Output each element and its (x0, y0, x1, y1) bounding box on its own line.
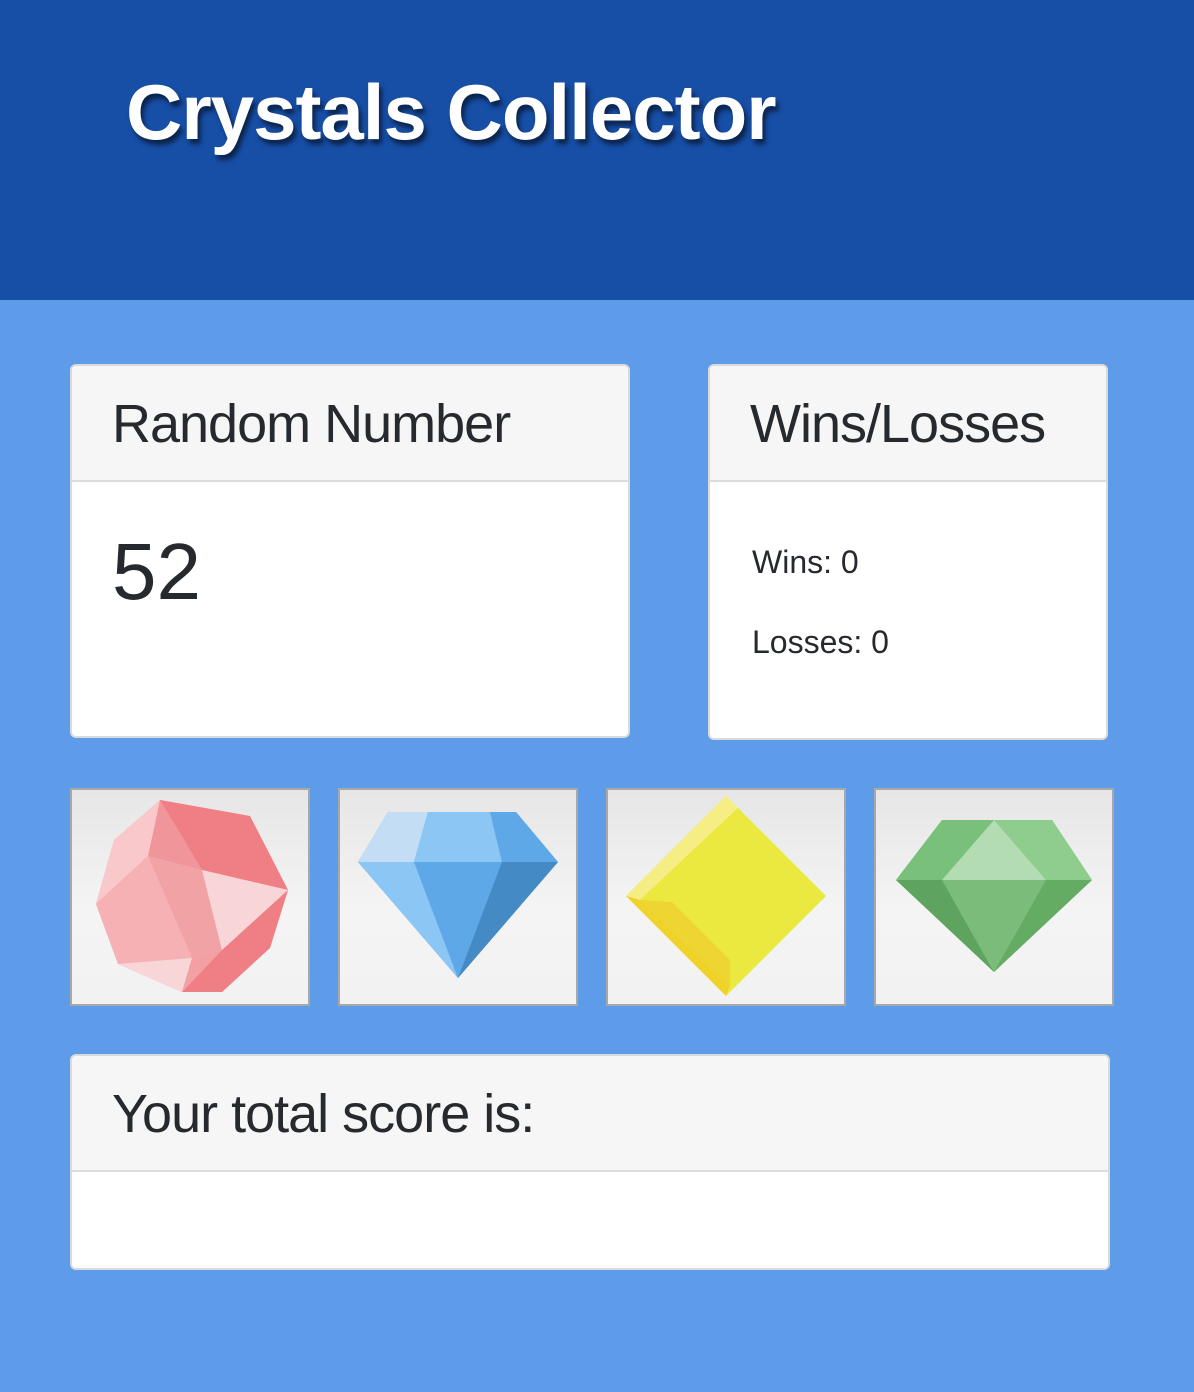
total-score-card: Your total score is: (70, 1054, 1110, 1270)
random-number-card: Random Number 52 (70, 364, 630, 738)
random-number-card-title: Random Number (72, 366, 628, 482)
green-diamond-button[interactable] (874, 788, 1114, 1006)
red-crystal-icon (96, 800, 288, 992)
red-crystal-button[interactable] (70, 788, 310, 1006)
blue-diamond-button[interactable] (338, 788, 578, 1006)
wins-count: Wins: 0 (752, 544, 859, 580)
header-banner: Crystals Collector (0, 0, 1194, 300)
wins-losses-card-title: Wins/Losses (710, 366, 1106, 482)
yellow-gem-icon (626, 796, 826, 996)
blue-diamond-icon (358, 812, 558, 978)
losses-count: Losses: 0 (752, 624, 889, 660)
yellow-gem-button[interactable] (606, 788, 846, 1006)
total-score-value (72, 1172, 1108, 1212)
total-score-card-title: Your total score is: (72, 1056, 1108, 1172)
green-diamond-icon (896, 820, 1092, 972)
wins-losses-card: Wins/Losses Wins: 0 Losses: 0 (708, 364, 1108, 740)
page-title: Crystals Collector (126, 68, 777, 156)
random-number-value: 52 (112, 527, 201, 616)
